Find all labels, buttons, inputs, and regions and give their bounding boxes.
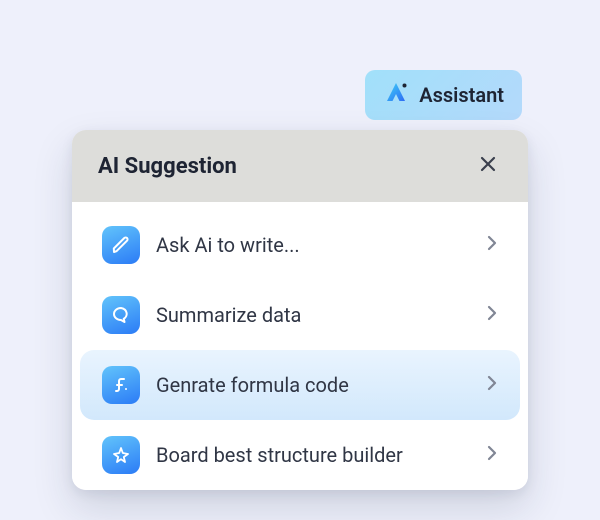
close-button[interactable] (474, 152, 502, 180)
panel-header: AI Suggestion (72, 130, 528, 202)
suggestion-list: Ask Ai to write... Summarize data (72, 202, 528, 490)
suggestion-item-label: Board best structure builder (156, 443, 470, 467)
close-icon (479, 155, 497, 177)
assistant-logo-icon (383, 80, 409, 110)
suggestion-item-summarize[interactable]: Summarize data (80, 280, 520, 350)
assistant-chip-label: Assistant (419, 83, 504, 107)
pencil-icon (102, 226, 140, 264)
assistant-chip[interactable]: Assistant (365, 70, 522, 120)
chevron-right-icon (486, 304, 498, 326)
chat-icon (102, 296, 140, 334)
suggestion-item-label: Ask Ai to write... (156, 233, 470, 257)
suggestion-item-label: Summarize data (156, 303, 470, 327)
sparkle-icon (102, 436, 140, 474)
suggestion-item-formula[interactable]: Genrate formula code (80, 350, 520, 420)
chevron-right-icon (486, 444, 498, 466)
formula-icon (102, 366, 140, 404)
ai-suggestion-panel: AI Suggestion Ask Ai to write... (72, 130, 528, 490)
suggestion-item-board-builder[interactable]: Board best structure builder (80, 420, 520, 490)
chevron-right-icon (486, 374, 498, 396)
suggestion-item-write[interactable]: Ask Ai to write... (80, 210, 520, 280)
panel-title: AI Suggestion (98, 154, 237, 179)
chevron-right-icon (486, 234, 498, 256)
suggestion-item-label: Genrate formula code (156, 373, 470, 397)
